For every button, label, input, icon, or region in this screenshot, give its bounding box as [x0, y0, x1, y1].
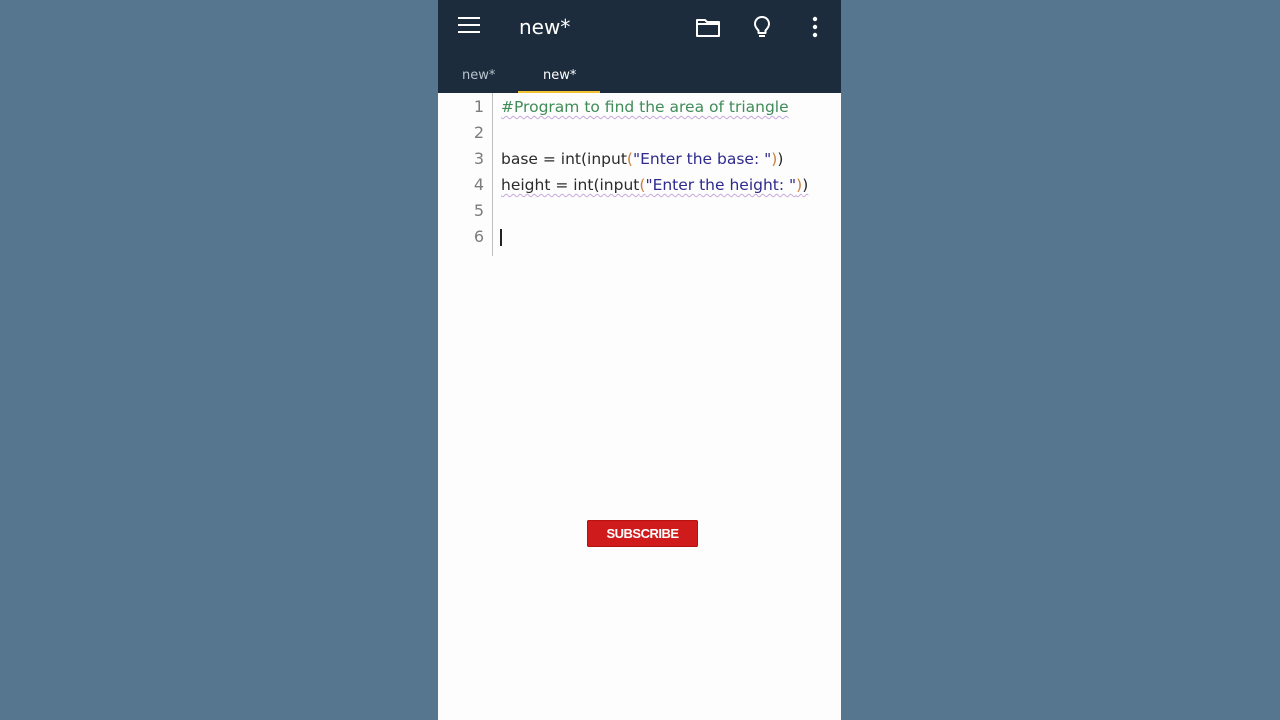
subscribe-button[interactable]: SUBSCRIBE: [587, 520, 698, 547]
code-line-2: 2: [438, 120, 841, 146]
page-title: new*: [519, 15, 571, 39]
tab-bar: new* new*: [438, 60, 841, 93]
line-number: 3: [473, 149, 484, 168]
phone-screen: new* new* new* 1 #Program to find the ar…: [438, 0, 841, 720]
line-number: 6: [473, 227, 484, 246]
text-cursor: [500, 229, 502, 246]
line-number: 5: [473, 201, 484, 220]
code-token: ): [802, 176, 809, 194]
code-line-6: 6: [438, 224, 841, 250]
code-line-4: 4 height = int(input("Enter the height: …: [438, 172, 841, 198]
code-string: "Enter the height: ": [645, 176, 797, 194]
line-number: 1: [473, 97, 484, 116]
code-comment: #Program to find the area of triangle: [501, 98, 789, 116]
menu-icon[interactable]: [458, 17, 480, 35]
code-editor[interactable]: 1 #Program to find the area of triangle …: [438, 93, 841, 263]
code-line-5: 5: [438, 198, 841, 224]
code-token: base = int(input: [501, 150, 627, 168]
app-bar: new* new* new*: [438, 0, 841, 93]
tab-new-2-active[interactable]: new*: [543, 66, 576, 86]
code-string: "Enter the base: ": [632, 150, 772, 168]
line-number: 4: [473, 175, 484, 194]
code-text: height = int(input("Enter the height: ")…: [501, 172, 808, 198]
line-number: 2: [473, 123, 484, 142]
code-token: ): [777, 150, 784, 168]
code-line-1: 1 #Program to find the area of triangle: [438, 94, 841, 120]
code-token: height = int(input: [501, 176, 640, 194]
code-line-3: 3 base = int(input("Enter the base: ")): [438, 146, 841, 172]
lightbulb-icon[interactable]: [749, 14, 775, 40]
folder-icon[interactable]: [695, 14, 721, 40]
tab-new-1[interactable]: new*: [462, 66, 495, 86]
more-vert-icon[interactable]: [802, 14, 828, 40]
code-text: base = int(input("Enter the base: ")): [501, 146, 783, 172]
